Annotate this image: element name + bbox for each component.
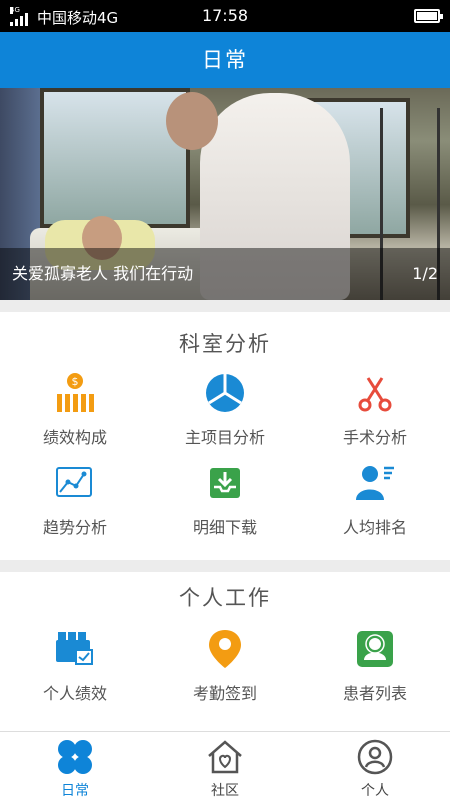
status-bar: 4G 中国移动4G 17:58 [0, 0, 450, 32]
tab-community[interactable]: 社区 [150, 732, 300, 800]
dept-analysis-section: 科室分析 $ 绩效构成 主项目分析 手术分析 趋势分析 明细下载 人均排名 [0, 312, 450, 560]
banner-carousel[interactable]: 关爱孤寡老人 我们在行动 1/2 [0, 88, 450, 300]
banner-pager: 1/2 [412, 264, 438, 283]
pie-chart-icon [206, 374, 244, 412]
grid-item-performance[interactable]: $ 绩效构成 [0, 372, 150, 448]
grid-item-label: 绩效构成 [42, 428, 107, 447]
tab-label: 个人 [361, 783, 389, 799]
personal-work-section: 个人工作 个人绩效 考勤签到 患者列表 [0, 572, 450, 731]
grid-item-attendance[interactable]: 考勤签到 [150, 628, 300, 704]
grid-item-label: 手术分析 [342, 428, 407, 447]
performance-bars-icon: $ [57, 373, 94, 412]
grid-item-label: 患者列表 [342, 684, 407, 703]
user-ranking-icon [356, 466, 394, 500]
grid-item-main-project[interactable]: 主项目分析 [150, 372, 300, 448]
tab-label: 社区 [211, 783, 239, 799]
grid-item-label: 趋势分析 [42, 518, 107, 537]
grid-item-personal-performance[interactable]: 个人绩效 [0, 628, 150, 704]
tab-personal[interactable]: 个人 [300, 732, 450, 800]
grid-item-surgery[interactable]: 手术分析 [300, 372, 450, 448]
personal-performance-icon [56, 632, 93, 665]
bottom-tab-bar: 日常 社区 个人 [0, 731, 450, 800]
grid-item-label: 主项目分析 [184, 428, 265, 447]
grid-item-download[interactable]: 明细下载 [150, 462, 300, 538]
home-heart-icon [208, 740, 242, 774]
svg-text:$: $ [72, 375, 79, 388]
download-tray-icon [210, 468, 240, 498]
person-circle-icon [357, 739, 393, 775]
clover-icon [58, 740, 92, 774]
section-title-dept: 科室分析 [179, 332, 271, 356]
page-title: 日常 [0, 32, 450, 88]
grid-item-label: 个人绩效 [42, 684, 107, 703]
grid-item-label: 明细下载 [192, 518, 257, 537]
clock: 17:58 [201, 6, 249, 25]
grid-item-ranking[interactable]: 人均排名 [300, 462, 450, 538]
grid-item-patient-list[interactable]: 患者列表 [300, 628, 450, 704]
grid-item-label: 人均排名 [342, 518, 407, 537]
banner-caption: 关爱孤寡老人 我们在行动 [0, 248, 450, 300]
trend-chart-icon [56, 467, 92, 497]
patient-list-icon [357, 631, 393, 667]
scissors-icon [358, 377, 392, 412]
battery-icon [414, 9, 443, 23]
location-pin-icon [209, 630, 241, 668]
tab-label: 日常 [61, 783, 89, 799]
tab-daily[interactable]: 日常 [0, 732, 150, 800]
grid-item-label: 考勤签到 [192, 684, 257, 703]
section-title-personal: 个人工作 [179, 586, 271, 610]
grid-item-trend[interactable]: 趋势分析 [0, 462, 150, 538]
